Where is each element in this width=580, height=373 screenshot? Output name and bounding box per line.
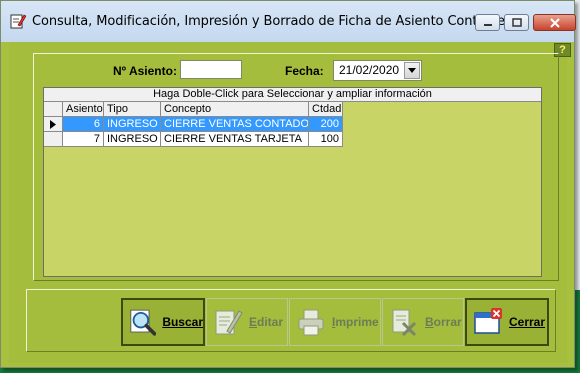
delete-document-icon — [392, 309, 417, 337]
imprime-label: Imprime — [332, 315, 379, 329]
date-dropdown-button[interactable] — [404, 62, 420, 79]
table-row[interactable]: 6 INGRESO CIERRE VENTAS CONTADO 200 — [44, 117, 343, 132]
asiento-number-input[interactable] — [180, 60, 242, 79]
cerrar-button[interactable]: Cerrar — [465, 298, 549, 346]
cell-concepto[interactable]: CIERRE VENTAS CONTADO — [161, 117, 309, 132]
cell-asiento[interactable]: 6 — [63, 117, 104, 132]
imprime-button[interactable]: Imprime — [289, 298, 381, 346]
grid-header-row: Asiento Tipo Concepto Ctdad — [44, 102, 343, 117]
close-window-icon — [474, 308, 502, 334]
asiento-label: Nº Asiento: — [113, 64, 177, 78]
editar-button[interactable]: Editar — [206, 298, 288, 346]
cell-ctdad[interactable]: 100 — [309, 132, 343, 147]
row-indicator — [44, 132, 63, 147]
buscar-label: Buscar — [162, 315, 203, 329]
current-row-arrow-icon — [50, 119, 56, 129]
header-asiento[interactable]: Asiento — [63, 102, 104, 117]
printer-icon — [298, 309, 324, 336]
cell-concepto[interactable]: CIERRE VENTAS TARJETA — [161, 132, 309, 147]
editar-label: Editar — [249, 315, 284, 329]
header-concepto[interactable]: Concepto — [161, 102, 309, 117]
cell-asiento[interactable]: 7 — [63, 132, 104, 147]
chevron-down-icon — [408, 68, 416, 73]
borrar-button[interactable]: Borrar — [382, 298, 464, 346]
grid-caption: Haga Doble-Click para Seleccionar y ampl… — [44, 88, 541, 102]
header-tipo[interactable]: Tipo — [104, 102, 161, 117]
cell-tipo[interactable]: INGRESO — [104, 117, 161, 132]
fecha-value: 21/02/2020 — [339, 63, 400, 77]
close-window-button[interactable] — [533, 14, 576, 31]
maximize-icon — [511, 18, 522, 27]
desktop-window-edge — [575, 0, 580, 290]
header-indicator — [44, 102, 63, 117]
buscar-button[interactable]: Buscar — [121, 298, 205, 346]
minimize-button[interactable] — [475, 14, 500, 31]
window-title: Consulta, Modificación, Impresión y Borr… — [32, 14, 505, 29]
table-row[interactable]: 7 INGRESO CIERRE VENTAS TARJETA 100 — [44, 132, 343, 147]
close-icon — [549, 17, 560, 28]
fecha-date-picker[interactable]: 21/02/2020 — [333, 60, 422, 81]
asientos-grid[interactable]: Haga Doble-Click para Seleccionar y ampl… — [43, 87, 542, 277]
fecha-label: Fecha: — [285, 64, 324, 78]
header-ctdad[interactable]: Ctdad — [309, 102, 343, 117]
row-indicator — [44, 117, 63, 132]
dialog-window: Consulta, Modificación, Impresión y Borr… — [0, 0, 576, 368]
minimize-icon — [483, 23, 492, 26]
borrar-label: Borrar — [425, 315, 462, 329]
magnifier-search-icon — [130, 309, 157, 336]
maximize-button[interactable] — [504, 14, 529, 31]
cell-ctdad[interactable]: 200 — [309, 117, 343, 132]
title-bar: Consulta, Modificación, Impresión y Borr… — [1, 1, 576, 42]
cerrar-label: Cerrar — [509, 315, 546, 329]
cell-tipo[interactable]: INGRESO — [104, 132, 161, 147]
edit-document-icon — [10, 14, 26, 29]
edit-pencil-icon — [215, 310, 243, 335]
